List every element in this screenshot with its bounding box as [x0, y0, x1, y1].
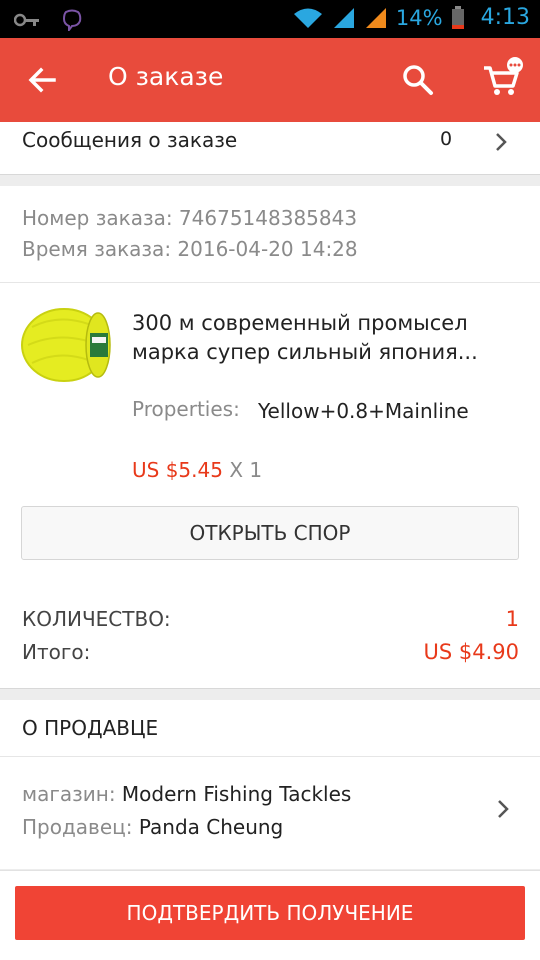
store-label: магазин:	[22, 782, 116, 806]
order-messages-count: 0	[440, 128, 453, 150]
quantity-value: 1	[505, 607, 519, 631]
status-bar: 14% 4:13	[0, 0, 540, 38]
product-price-value: US $5.45	[132, 458, 223, 482]
product-quantity: X 1	[229, 458, 263, 482]
seller-header: О ПРОДАВЦЕ	[22, 716, 159, 740]
total-value: US $4.90	[423, 640, 520, 664]
product-section: 300 м современный промысел марка супер с…	[0, 283, 540, 688]
divider	[0, 174, 540, 175]
total-label: Итого:	[22, 640, 91, 664]
bottom-action-bar: ПОДТВЕРДИТЬ ПОЛУЧЕНИЕ	[0, 870, 540, 960]
viber-icon	[62, 9, 82, 31]
wifi-icon	[293, 8, 322, 28]
product-image[interactable]	[20, 307, 112, 383]
chevron-right-icon	[498, 800, 509, 818]
confirm-receipt-button[interactable]: ПОДТВЕРДИТЬ ПОЛУЧЕНИЕ	[15, 886, 525, 940]
search-icon[interactable]	[400, 62, 436, 98]
order-number: Номер заказа: 74675148385843	[22, 206, 358, 230]
divider	[0, 688, 540, 689]
seller-label: Продавец:	[22, 815, 133, 839]
order-messages-row[interactable]: Сообщения о заказе 0	[0, 122, 540, 174]
properties-label: Properties:	[132, 397, 240, 421]
seller-name: Panda Cheung	[138, 815, 284, 839]
total-row: Итого: US $4.90	[22, 640, 519, 664]
clock: 4:13	[480, 5, 530, 30]
battery-icon	[451, 5, 464, 29]
cart-icon[interactable]	[480, 56, 524, 100]
app-bar: О заказе	[0, 38, 540, 122]
open-dispute-button[interactable]: ОТКРЫТЬ СПОР	[21, 506, 519, 560]
quantity-label: КОЛИЧЕСТВО:	[22, 607, 171, 631]
quantity-row: КОЛИЧЕСТВО: 1	[22, 607, 519, 631]
key-icon	[14, 13, 39, 27]
battery-percent: 14%	[395, 5, 443, 30]
signal-icon	[365, 7, 386, 28]
product-price: US $5.45 X 1	[132, 458, 262, 482]
store-name: Modern Fishing Tackles	[121, 782, 352, 806]
signal-icon	[333, 7, 354, 28]
seller-row[interactable]: магазин: Modern Fishing Tackles Продавец…	[0, 757, 540, 869]
seller-section-header: О ПРОДАВЦЕ	[0, 700, 540, 756]
chevron-right-icon	[496, 133, 507, 151]
order-info: Номер заказа: 74675148385843 Время заказ…	[0, 186, 540, 282]
product-title[interactable]: 300 м современный промысел марка супер с…	[132, 309, 492, 367]
properties-value: Yellow+0.8+Mainline	[258, 399, 469, 423]
back-arrow-icon[interactable]	[26, 64, 58, 96]
seller-line: Продавец: Panda Cheung	[22, 815, 283, 839]
store-line: магазин: Modern Fishing Tackles	[22, 782, 351, 806]
order-messages-label: Сообщения о заказе	[22, 128, 238, 152]
page-title: О заказе	[108, 62, 224, 91]
order-time: Время заказа: 2016-04-20 14:28	[22, 237, 358, 261]
